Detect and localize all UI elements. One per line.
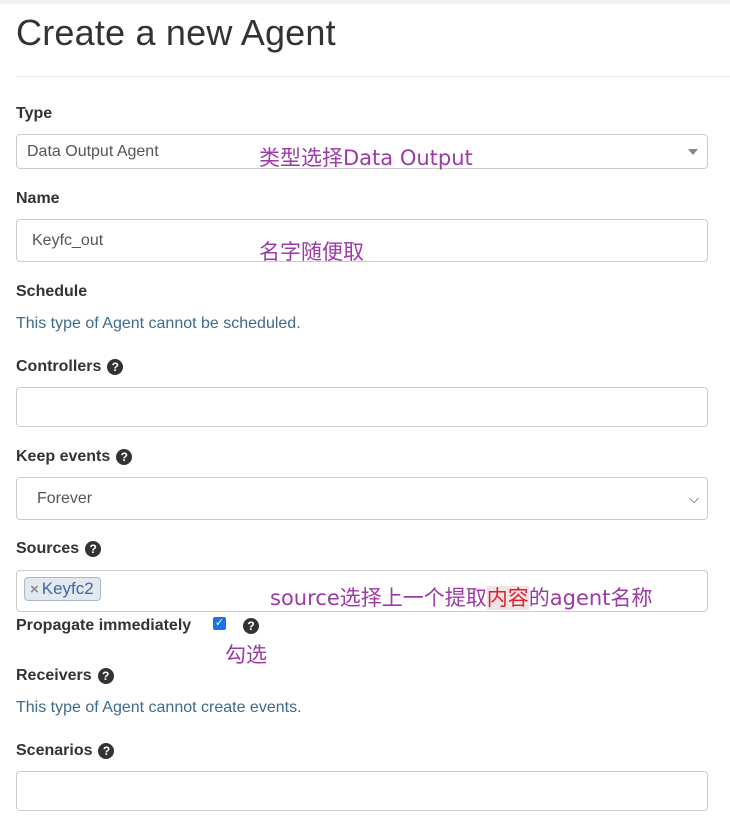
sources-annotation-before: source选择上一个提取 (270, 586, 487, 610)
question-circle-icon[interactable]: ? (107, 359, 124, 375)
question-circle-icon[interactable]: ? (98, 743, 115, 759)
sources-label: Sources ? (16, 540, 102, 558)
schedule-info: This type of Agent cannot be scheduled. (16, 315, 301, 332)
controllers-label: Controllers ? (16, 358, 124, 376)
sources-label-text: Sources (16, 540, 80, 557)
sources-annotation-after: 的agent名称 (528, 586, 653, 610)
tag-remove-icon[interactable]: × (30, 581, 39, 598)
name-label: Name (16, 190, 60, 208)
type-select-value: Data Output Agent (27, 142, 159, 160)
title-divider (16, 76, 730, 77)
question-circle-icon[interactable]: ? (243, 618, 259, 634)
question-circle-icon[interactable]: ? (85, 541, 102, 557)
name-input-value: Keyfc_out (32, 231, 104, 249)
schedule-label: Schedule (16, 283, 87, 301)
type-label-text: Type (16, 105, 53, 122)
caret-down-icon (688, 148, 698, 155)
keep-events-select-value: Forever (37, 489, 93, 507)
source-tag: × Keyfc2 (24, 577, 101, 601)
source-tag-label: Keyfc2 (41, 579, 94, 598)
scenarios-label-text: Scenarios (16, 742, 93, 759)
question-circle-icon[interactable]: ? (97, 668, 114, 684)
scenarios-input[interactable] (16, 771, 708, 811)
question-circle-icon[interactable]: ? (116, 449, 133, 465)
propagate-label-text: Propagate immediately (16, 617, 192, 634)
keep-events-label-text: Keep events (16, 448, 111, 465)
top-strip (0, 0, 730, 4)
type-label: Type (16, 105, 52, 123)
receivers-label-text: Receivers (16, 667, 92, 684)
receivers-info: This type of Agent cannot create events. (16, 699, 302, 716)
keep-events-label: Keep events ? (16, 448, 133, 466)
type-annotation: 类型选择Data Output (259, 146, 473, 170)
keep-events-select[interactable]: Forever ⌵ (16, 477, 708, 520)
scenarios-label: Scenarios ? (16, 742, 115, 760)
controllers-input[interactable] (16, 387, 708, 427)
propagate-label: Propagate immediately (16, 617, 191, 635)
controllers-label-text: Controllers (16, 358, 102, 375)
name-label-text: Name (16, 190, 60, 207)
name-annotation: 名字随便取 (259, 240, 364, 264)
page-title: Create a new Agent (16, 12, 336, 53)
chevron-down-icon: ⌵ (689, 490, 699, 506)
propagate-annotation: 勾选 (225, 643, 267, 667)
sources-annotation: source选择上一个提取内容的agent名称 (270, 582, 652, 612)
propagate-checkbox[interactable]: ✓ (213, 617, 226, 630)
schedule-label-text: Schedule (16, 283, 88, 300)
receivers-label: Receivers ? (16, 667, 114, 685)
sources-annotation-highlight: 内容 (486, 586, 529, 610)
